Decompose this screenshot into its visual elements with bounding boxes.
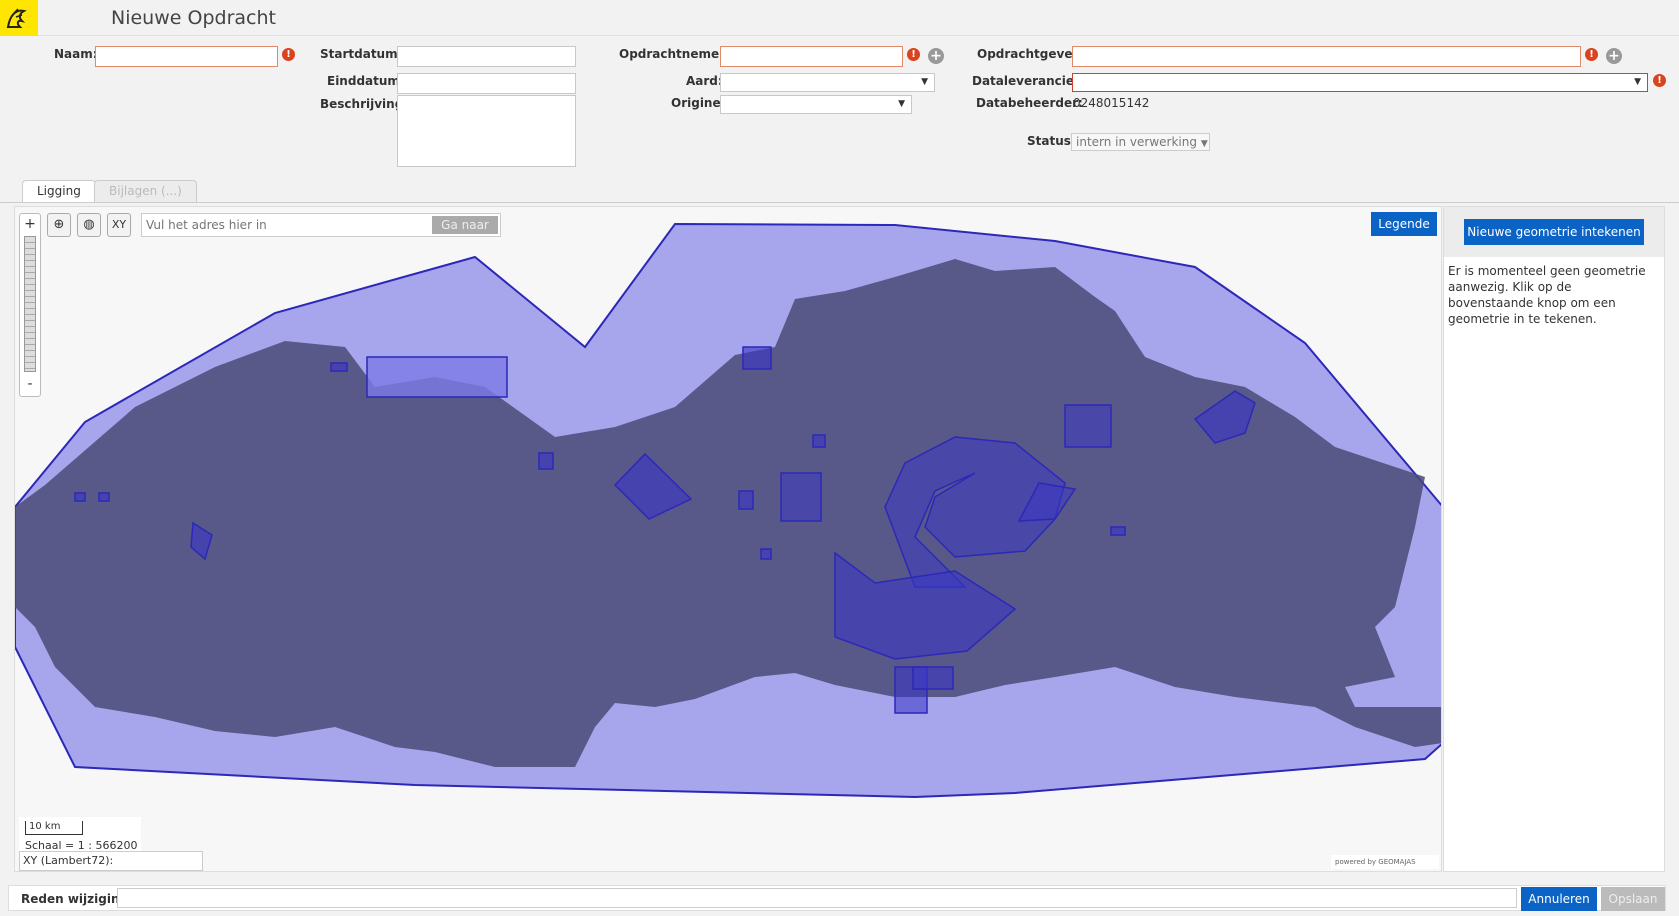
dataleverancier-required-icon: ! (1653, 74, 1666, 87)
xy-button[interactable]: XY (107, 213, 131, 237)
save-button[interactable]: Opslaan (1601, 887, 1665, 911)
map-geometry-rect (74, 492, 86, 502)
chevron-down-icon: ▼ (1634, 77, 1641, 87)
footer-bar: Reden wijziging: Annuleren Opslaan (8, 885, 1666, 911)
naam-required-icon: ! (282, 48, 295, 61)
aard-label: Aard: (686, 74, 723, 88)
address-input[interactable] (142, 214, 432, 236)
map-panel[interactable]: + - ⊕ ◍ XY Ga naar Legende 10 km Schaal … (14, 206, 1442, 872)
dataleverancier-select[interactable]: ▼ (1072, 73, 1648, 92)
chevron-down-icon: ▼ (898, 99, 905, 109)
chevron-down-icon: ▼ (1200, 139, 1208, 149)
chevron-down-icon: ▼ (921, 77, 928, 87)
tab-bijlagen[interactable]: Bijlagen (...) (94, 180, 197, 202)
naam-input[interactable] (95, 46, 278, 67)
globe-icon[interactable]: ◍ (77, 213, 101, 237)
opdrachtgever-required-icon: ! (1585, 48, 1598, 61)
databeheerder-value: 0248015142 (1073, 96, 1150, 110)
startdatum-label: Startdatum: (320, 47, 403, 61)
einddatum-input[interactable] (397, 73, 576, 94)
xy-readout: XY (Lambert72): (19, 851, 203, 871)
geomajas-logo: powered by GEOMAJAS (1331, 855, 1439, 869)
databeheerder-label: Databeheerder: (976, 96, 1083, 110)
beschrijving-label: Beschrijving: (320, 97, 409, 111)
reden-input[interactable] (117, 888, 1517, 908)
zoom-in-button[interactable]: + (20, 214, 40, 234)
map-geometry-rect (912, 666, 954, 690)
opdrachtgever-label: Opdrachtgever: (977, 47, 1084, 61)
status-value: intern in verwerking (1076, 135, 1197, 149)
zoom-out-button[interactable]: - (20, 374, 40, 394)
origine-label: Origine: (671, 96, 726, 110)
add-opdrachtnemer-icon[interactable]: + (928, 48, 944, 64)
goto-button[interactable]: Ga naar (432, 216, 498, 234)
add-opdrachtgever-icon[interactable]: + (1606, 48, 1622, 64)
new-geometry-button[interactable]: Nieuwe geometrie intekenen (1464, 219, 1644, 245)
map-canvas[interactable] (15, 207, 1442, 872)
opdrachtnemer-label: Opdrachtnemer: (619, 47, 730, 61)
status-label: Status: (1027, 134, 1076, 148)
scale-bar: 10 km (25, 821, 83, 835)
map-geometry-rect (98, 492, 110, 502)
startdatum-input[interactable] (397, 46, 576, 67)
origine-select[interactable]: ▼ (720, 95, 912, 114)
geometry-side-panel: Nieuwe geometrie intekenen Er is momente… (1443, 206, 1665, 872)
opdrachtgever-input[interactable] (1072, 46, 1581, 67)
map-geometry-rect (812, 434, 826, 448)
map-geometry-rect (738, 490, 754, 510)
legend-button[interactable]: Legende (1371, 212, 1437, 236)
aard-select[interactable]: ▼ (720, 73, 935, 92)
top-bar: Nieuwe Opdracht (0, 0, 1679, 36)
tab-divider (0, 202, 1679, 203)
opdrachtnemer-input[interactable] (720, 46, 903, 67)
lion-logo-icon (0, 0, 38, 36)
map-geometry-rect (366, 356, 508, 398)
no-geometry-message: Er is momenteel geen geometrie aanwezig.… (1448, 264, 1646, 326)
zoom-slider[interactable]: + - (19, 213, 41, 397)
map-geometry-rect (330, 362, 348, 372)
address-search: Ga naar (141, 213, 501, 237)
naam-label: Naam: (54, 47, 98, 61)
map-geometry-rect (742, 346, 772, 370)
map-geometry-rect (538, 452, 554, 470)
dataleverancier-label: Dataleverancier: (972, 74, 1085, 88)
map-geometry-rect (760, 548, 772, 560)
tab-ligging[interactable]: Ligging (22, 180, 96, 202)
status-select[interactable]: intern in verwerking ▼ (1071, 133, 1210, 151)
opdrachtnemer-required-icon: ! (907, 48, 920, 61)
einddatum-label: Einddatum: (327, 74, 405, 88)
page-title: Nieuwe Opdracht (111, 7, 276, 29)
map-geometry-rect (1110, 526, 1126, 536)
cancel-button[interactable]: Annuleren (1521, 887, 1597, 911)
zoom-rectangle-icon[interactable]: ⊕ (47, 213, 71, 237)
map-geometry-rect (1064, 404, 1112, 448)
side-panel-header: Nieuwe geometrie intekenen (1444, 207, 1664, 257)
zoom-track[interactable] (24, 236, 36, 372)
beschrijving-textarea[interactable] (397, 95, 576, 167)
map-geometry-rect (780, 472, 822, 522)
